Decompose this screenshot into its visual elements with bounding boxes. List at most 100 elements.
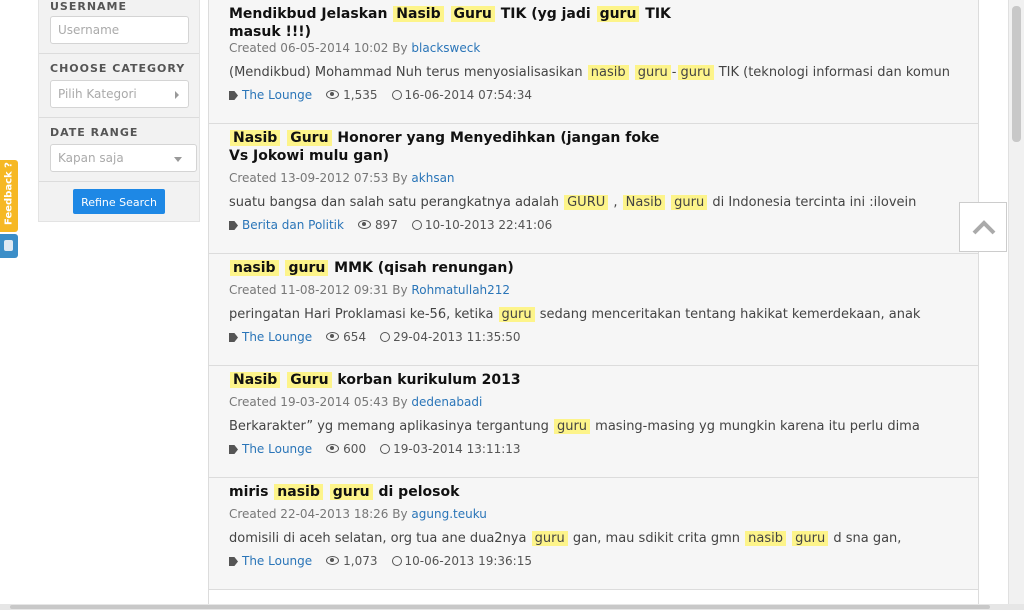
highlighted-term: nasib	[274, 484, 323, 500]
view-count: 1,535	[326, 88, 378, 102]
chevron-up-icon	[972, 220, 996, 235]
highlighted-term: Guru	[287, 130, 332, 146]
last-post-time: 16-06-2014 07:54:34	[391, 88, 532, 102]
result-stats: The Lounge 1,535 16-06-2014 07:54:34	[229, 88, 546, 102]
scrollbar-thumb[interactable]	[1012, 6, 1021, 142]
highlighted-term: guru	[531, 531, 568, 546]
highlighted-term: nasib	[230, 260, 279, 276]
clock-icon	[380, 444, 391, 454]
author-link[interactable]: akhsan	[411, 171, 454, 185]
chevron-right-icon	[175, 91, 179, 99]
feedback-label: Feedback ?	[3, 162, 15, 225]
result-meta: Created 11-08-2012 09:31 By Rohmatullah2…	[229, 283, 510, 297]
result-title[interactable]: nasib guru MMK (qisah renungan)	[229, 259, 679, 277]
text-span	[445, 6, 450, 22]
category-link[interactable]: The Lounge	[242, 88, 312, 102]
category-tag: The Lounge	[229, 554, 312, 568]
date-range-label: DATE RANGE	[50, 126, 139, 139]
text-span: sedang menceritakan tentang hakikat keme…	[535, 307, 921, 322]
text-span: gan, mau sdikit crita gmn	[568, 531, 745, 546]
tag-icon	[229, 221, 238, 230]
divider	[39, 181, 199, 182]
result-title[interactable]: miris nasib guru di pelosok	[229, 483, 679, 501]
text-span: di Indonesia tercinta ini :ilovein	[708, 195, 917, 210]
author-link[interactable]: blacksweck	[411, 41, 480, 55]
text-span: ,	[609, 195, 622, 210]
result-meta: Created 13-09-2012 07:53 By akhsan	[229, 171, 455, 185]
chevron-down-icon	[174, 157, 182, 162]
text-span: miris	[229, 484, 274, 500]
highlighted-term: guru	[498, 307, 535, 322]
highlighted-term: Guru	[287, 372, 332, 388]
eye-icon	[326, 332, 340, 341]
text-span: TIK (teknologi informasi dan komun	[714, 65, 950, 80]
category-select-value: Pilih Kategori	[58, 87, 137, 101]
view-count-value: 1,073	[343, 554, 378, 568]
highlighted-term: guru	[596, 6, 640, 22]
category-link[interactable]: The Lounge	[242, 330, 312, 344]
result-title[interactable]: Nasib Guru Honorer yang Menyedihkan (jan…	[229, 129, 679, 165]
text-span: Berkarakter” yg memang aplikasinya terga…	[229, 419, 553, 434]
feedback-tab[interactable]: Feedback ?	[0, 160, 18, 232]
search-results: Mendikbud Jelaskan Nasib Guru TIK (yg ja…	[208, 0, 979, 604]
result-snippet: Berkarakter” yg memang aplikasinya terga…	[229, 419, 920, 434]
clock-icon	[391, 90, 402, 100]
eye-icon	[326, 444, 340, 453]
username-input[interactable]	[58, 23, 181, 37]
result-item: Mendikbud Jelaskan Nasib Guru TIK (yg ja…	[209, 0, 978, 124]
highlighted-term: guru	[329, 484, 373, 500]
result-item: Nasib Guru Honorer yang Menyedihkan (jan…	[209, 124, 978, 254]
highlighted-term: Nasib	[622, 195, 665, 210]
category-tag: The Lounge	[229, 442, 312, 456]
view-count: 654	[326, 330, 366, 344]
vertical-scrollbar[interactable]	[1008, 0, 1024, 604]
clock-icon	[391, 556, 402, 566]
highlighted-term: guru	[553, 419, 591, 434]
scrollbar-thumb[interactable]	[10, 605, 990, 609]
last-post-value: 29-04-2013 11:35:50	[393, 330, 521, 344]
view-count-value: 654	[343, 330, 367, 344]
text-span	[666, 195, 670, 210]
text-span	[630, 65, 634, 80]
divider	[39, 117, 199, 118]
tag-icon	[229, 557, 238, 566]
result-title[interactable]: Mendikbud Jelaskan Nasib Guru TIK (yg ja…	[229, 5, 679, 41]
clock-icon	[380, 332, 391, 342]
text-span: masing-masing yg mungkin karena itu perl…	[591, 419, 920, 434]
result-item: miris nasib guru di pelosok Created 22-04…	[209, 478, 978, 590]
view-count-value: 600	[343, 442, 367, 456]
date-range-select[interactable]: Kapan saja	[50, 144, 197, 172]
highlighted-term: nasib	[587, 65, 629, 80]
view-count: 600	[326, 442, 366, 456]
view-count-value: 1,535	[343, 88, 378, 102]
category-tag: Berita dan Politik	[229, 218, 344, 232]
created-date: Created 13-09-2012 07:53 By	[229, 171, 408, 185]
clock-icon	[411, 220, 422, 230]
highlighted-term: guru	[677, 65, 714, 80]
text-span: suatu bangsa dan salah satu perangkatnya…	[229, 195, 564, 210]
last-post-time: 10-06-2013 19:36:15	[391, 554, 532, 568]
refine-search-button[interactable]: Refine Search	[73, 189, 165, 214]
filter-sidebar: USERNAME CHOOSE CATEGORY Pilih Kategori …	[38, 0, 200, 222]
category-select[interactable]: Pilih Kategori	[50, 80, 189, 108]
category-label: CHOOSE CATEGORY	[50, 62, 186, 75]
author-link[interactable]: agung.teuku	[411, 507, 487, 521]
text-span: -	[671, 65, 677, 80]
text-span	[787, 531, 791, 546]
highlighted-term: guru	[285, 260, 329, 276]
category-link[interactable]: The Lounge	[242, 554, 312, 568]
last-post-time: 29-04-2013 11:35:50	[380, 330, 521, 344]
scroll-to-top-button[interactable]	[959, 202, 1007, 252]
last-post-value: 10-10-2013 22:41:06	[424, 218, 553, 232]
category-tag: The Lounge	[229, 330, 312, 344]
feedback-widget-icon[interactable]	[0, 234, 18, 258]
category-link[interactable]: The Lounge	[242, 442, 312, 456]
result-title[interactable]: Nasib Guru korban kurikulum 2013	[229, 371, 679, 389]
horizontal-scrollbar[interactable]	[0, 604, 1024, 610]
category-link[interactable]: Berita dan Politik	[242, 218, 344, 232]
author-link[interactable]: Rohmatullah212	[411, 283, 510, 297]
highlighted-term: Nasib	[393, 6, 444, 22]
last-post-time: 19-03-2014 13:11:13	[380, 442, 521, 456]
username-field[interactable]	[50, 16, 189, 44]
author-link[interactable]: dedenabadi	[411, 395, 482, 409]
